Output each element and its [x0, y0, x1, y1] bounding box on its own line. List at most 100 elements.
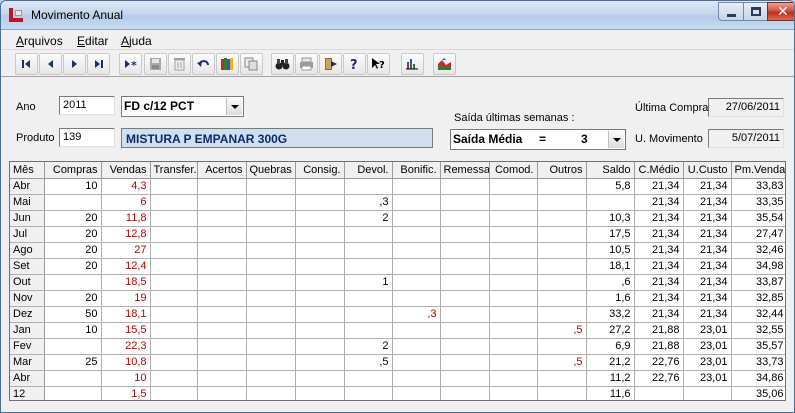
- table-row[interactable]: Mai 6,3 21,34 21,34 33,35: [10, 194, 785, 211]
- table-row[interactable]: Nov 20 19 1,6 21,34 21,34 32,85: [10, 290, 785, 307]
- column-header-comod[interactable]: Comod.: [489, 162, 538, 179]
- saida-select[interactable]: Saída Média = 3: [450, 129, 626, 150]
- table-cell: [44, 370, 102, 387]
- table-cell: [392, 290, 441, 307]
- books-button[interactable]: [216, 53, 239, 75]
- table-cell: [344, 226, 393, 243]
- table-cell: 21,34: [634, 226, 684, 243]
- column-header-devol[interactable]: Devol.: [344, 162, 393, 179]
- column-header-acertos[interactable]: Acertos: [197, 162, 247, 179]
- table-cell: [440, 386, 490, 400]
- table-row[interactable]: Fev 22,3 2 6,9 21,88 23,01 35,57: [10, 338, 785, 355]
- undo-button[interactable]: [192, 53, 215, 75]
- maximize-button[interactable]: [743, 2, 768, 21]
- minimize-button[interactable]: [718, 2, 744, 21]
- next-record-button[interactable]: [63, 53, 86, 75]
- table-cell: [489, 370, 538, 387]
- table-row[interactable]: Set 20 12,4 18,1 21,34 21,34 34,98: [10, 258, 785, 275]
- table-row[interactable]: Abr 10 11,2 22,76 23,01 34,86: [10, 370, 785, 387]
- help-button[interactable]: ?: [343, 53, 366, 75]
- table-row[interactable]: Jan 10 15,5 ,5 27,2 21,88 23,01 32,55: [10, 322, 785, 339]
- table-cell: 21,34: [683, 306, 732, 323]
- table-row[interactable]: Out 18,5 1,6 21,34 21,34 33,87: [10, 274, 785, 291]
- table-cell: 19: [101, 290, 151, 307]
- table-cell: 27,47: [731, 226, 785, 243]
- close-button[interactable]: ✕: [767, 2, 794, 21]
- column-header-quebras[interactable]: Quebras: [246, 162, 296, 179]
- area-chart-button[interactable]: [433, 53, 456, 75]
- column-header-consig[interactable]: Consig.: [295, 162, 345, 179]
- table-cell: [392, 354, 441, 371]
- table-cell: [489, 258, 538, 275]
- table-cell: [537, 306, 587, 323]
- table-cell: 20: [44, 210, 102, 227]
- table-row[interactable]: Dez 50 18,1,3 33,2 21,34 21,34 32,44: [10, 306, 785, 323]
- unit-select[interactable]: FD c/12 PCT: [121, 96, 244, 117]
- search-button[interactable]: [271, 53, 294, 75]
- column-header-saldo[interactable]: Saldo: [586, 162, 635, 179]
- title-bar[interactable]: Movimento Anual ✕: [1, 1, 794, 30]
- table-cell: [440, 274, 490, 291]
- first-record-button[interactable]: [15, 53, 38, 75]
- save-button[interactable]: [144, 53, 167, 75]
- month-cell: Abr: [10, 370, 45, 387]
- chevron-down-icon[interactable]: [608, 131, 624, 148]
- table-cell: 34,98: [731, 258, 785, 275]
- table-row[interactable]: Abr 10 4,3 5,8 21,34 21,34 33,83: [10, 178, 785, 195]
- exit-button[interactable]: [319, 53, 342, 75]
- table-cell: [246, 338, 296, 355]
- bar-chart-button[interactable]: [401, 53, 424, 75]
- table-cell: 27: [101, 242, 151, 259]
- column-header-c-m-dio[interactable]: C.Médio: [634, 162, 684, 179]
- produto-code-input[interactable]: 139: [59, 128, 115, 147]
- column-header-compras[interactable]: Compras: [44, 162, 102, 179]
- whats-this-icon: ?: [372, 58, 385, 71]
- delete-button[interactable]: [168, 53, 191, 75]
- table-cell: [440, 194, 490, 211]
- table-cell: [246, 306, 296, 323]
- table-cell: 21,34: [634, 178, 684, 195]
- last-record-button[interactable]: [87, 53, 110, 75]
- column-header-remessa[interactable]: Remessa: [440, 162, 490, 179]
- table-cell: [197, 338, 247, 355]
- table-row[interactable]: Ago 20 27 10,5 21,34 21,34 32,46: [10, 242, 785, 259]
- maximize-icon: [751, 7, 761, 16]
- table-cell: [246, 242, 296, 259]
- table-cell: [489, 290, 538, 307]
- table-cell: [246, 370, 296, 387]
- prev-record-icon: [48, 60, 53, 68]
- table-cell: 32,55: [731, 322, 785, 339]
- table-cell: [295, 306, 345, 323]
- menu-editar[interactable]: Editar: [77, 34, 108, 48]
- column-header-pm-venda[interactable]: Pm.Venda: [731, 162, 785, 179]
- table-cell: [150, 226, 198, 243]
- menu-ajuda[interactable]: Ajuda: [121, 34, 152, 48]
- column-header-m-s[interactable]: Mês: [10, 162, 45, 179]
- table-cell: [197, 242, 247, 259]
- whats-this-button[interactable]: ?: [367, 53, 390, 75]
- ano-input[interactable]: 2011: [59, 96, 115, 115]
- table-row[interactable]: 12 1,5 11,6 35,06: [10, 386, 785, 400]
- table-row[interactable]: Jun 20 11,8 2 10,3 21,34 21,34 35,54: [10, 210, 785, 227]
- prev-record-button[interactable]: [39, 53, 62, 75]
- table-cell: [489, 306, 538, 323]
- table-cell: [586, 194, 635, 211]
- column-header-bonific[interactable]: Bonific.: [392, 162, 441, 179]
- saida-label: Saída últimas semanas :: [454, 112, 575, 124]
- copy-button[interactable]: [240, 53, 263, 75]
- column-header-u-custo[interactable]: U.Custo: [683, 162, 732, 179]
- column-header-outros[interactable]: Outros: [537, 162, 587, 179]
- movement-grid[interactable]: Mês Compras Vendas Transfer. Acertos Quebras C…: [9, 161, 786, 401]
- print-button[interactable]: [295, 53, 318, 75]
- table-row[interactable]: Mar 25 10,8,5,5 21,2 22,76 23,01 33,73: [10, 354, 785, 371]
- table-cell: [489, 354, 538, 371]
- menu-arquivos[interactable]: Arquivos: [16, 34, 63, 48]
- chevron-down-icon[interactable]: [226, 98, 242, 115]
- table-row[interactable]: Jul 20 12,8 17,5 21,34 21,34 27,47: [10, 226, 785, 243]
- new-record-button[interactable]: *: [119, 53, 142, 75]
- column-header-vendas[interactable]: Vendas: [101, 162, 151, 179]
- column-header-transfer[interactable]: Transfer.: [150, 162, 198, 179]
- table-cell: 15,5: [101, 322, 151, 339]
- table-cell: [197, 226, 247, 243]
- table-cell: [150, 290, 198, 307]
